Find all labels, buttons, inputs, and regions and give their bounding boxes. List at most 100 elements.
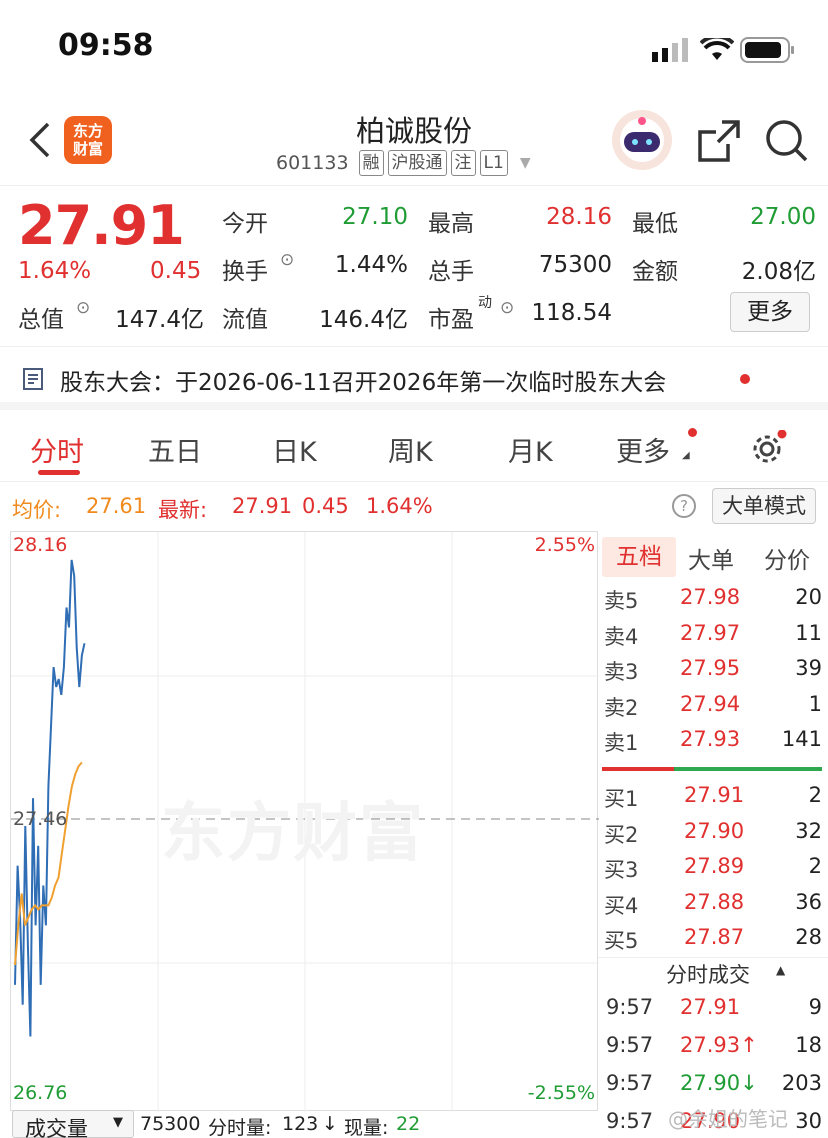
tag-connect: 沪股通 [387,150,447,176]
order-book-panel: 五档 大单 分价 卖5 27.98 20 卖4 27.97 11 卖3 27.95 39 卖2 27… [598,531,828,1133]
intraday-info-bar: 均价: 27.61 最新: 27.91 0.45 1.64% ? 大单模式 [0,486,828,530]
level-price: 27.97 [680,620,741,645]
announcement-text: 股东大会：于2026-06-11召开2026年第一次临时股东大会 [60,370,667,396]
corner-triangle-icon: ◢ [682,450,690,461]
chart-watermark: 东方财富 [161,797,425,871]
tab-big-orders[interactable]: 大单 [688,541,734,575]
open-label: 今开 [222,211,268,237]
pct-min-label: -2.55% [527,1082,595,1104]
level-price: 27.94 [680,691,741,716]
turnover-value: 1.44% [334,252,408,278]
trade-qty: 203 [781,1071,822,1095]
trade-qty: 18 [795,1033,822,1057]
trade-row[interactable]: 9:57 27.90↓ 203 [598,1069,828,1104]
price-line [14,559,86,1037]
trade-row[interactable]: 9:57 27.93↑ 18 [598,1031,828,1066]
trade-price: 27.90↓ [680,1071,758,1095]
level-qty: 141 [781,727,822,751]
settings-gear-icon[interactable] [750,429,788,472]
level-price: 27.93 [680,727,741,751]
more-button[interactable]: 更多 [730,292,810,332]
level-qty: 28 [795,925,822,949]
avg-label: 均价: [12,498,62,522]
document-icon [22,367,46,395]
trade-time: 9:57 [606,1109,654,1133]
low-label: 最低 [632,211,678,237]
level-label: 买3 [604,858,639,882]
trade-price: 27.91 [680,995,741,1019]
current-price: 27.91 [18,194,185,257]
indicator-dropdown[interactable]: 成交量 ▼ [12,1110,134,1138]
level-label: 卖3 [604,660,639,684]
trades-divider [598,957,828,958]
bid-row[interactable]: 买3 27.89 2 [598,852,828,887]
tab-more[interactable]: 更多 [616,430,670,469]
level-qty: 20 [795,585,822,609]
y-max-label: 28.16 [13,534,68,556]
level-label: 买4 [604,893,639,918]
active-tab-underline [38,470,80,475]
bid-row[interactable]: 买2 27.90 32 [598,817,828,852]
dropdown-arrow-icon: ▼ [113,1115,123,1130]
level-qty: 11 [795,620,822,645]
latest-change: 0.45 [302,494,349,518]
info-icon[interactable]: ⊙ [500,298,514,318]
big-order-mode-button[interactable]: 大单模式 [712,488,816,524]
stock-code-row[interactable]: 601133 融 沪股通 注 L1 ▼ [276,150,531,176]
tab-daily-k[interactable]: 日K [272,430,317,469]
volume-value: 75300 [538,252,612,278]
share-icon[interactable] [696,118,742,168]
ask-row[interactable]: 卖1 27.93 141 [598,725,828,760]
latest-label: 最新: [158,498,208,522]
pct-max-label: 2.55% [534,534,595,556]
float-value: 146.4亿 [319,307,408,333]
trade-qty: 30 [795,1109,822,1133]
high-value: 28.16 [546,204,612,230]
change-amount: 0.45 [150,258,202,284]
chevron-down-icon: ▼ [519,155,531,171]
status-bar: 09:58 [0,0,828,100]
trade-row[interactable]: 9:57 27.91 9 [598,993,828,1028]
bid-row[interactable]: 买4 27.88 36 [598,888,828,923]
sort-up-icon: ▲ [776,963,786,977]
level-qty: 32 [795,818,822,843]
current-volume-label: 现量: [344,1117,389,1138]
period-volume: 123 [282,1113,319,1135]
amount-label: 金额 [632,259,678,285]
bid-row[interactable]: 买1 27.91 2 [598,781,828,816]
quote-panel: 27.91 1.64% 0.45 今开 27.10 最高 28.16 最低 27… [0,188,828,340]
announcement-bar[interactable]: 股东大会：于2026-06-11召开2026年第一次临时股东大会 [0,346,828,410]
tab-intraday[interactable]: 分时 [30,430,84,469]
info-icon[interactable]: ⊙ [76,298,90,318]
user-watermark: @余姐的笔记 [668,1107,788,1131]
ask-row[interactable]: 卖3 27.95 39 [598,654,828,689]
tab-five-levels[interactable]: 五档 [602,537,676,577]
ask-row[interactable]: 卖2 27.94 1 [598,690,828,725]
trades-title[interactable]: 分时成交 [666,959,750,989]
tag-margin: 融 [358,150,384,176]
level-qty: 36 [795,889,822,914]
latest-value: 27.91 [232,494,293,518]
level-label: 买1 [604,787,639,811]
level-qty: 1 [808,691,822,716]
bid-row[interactable]: 买5 27.87 28 [598,923,828,958]
tab-price-distribution[interactable]: 分价 [764,541,810,575]
trade-time: 9:57 [606,1071,654,1095]
robot-assistant-icon[interactable] [612,110,672,170]
ask-row[interactable]: 卖4 27.97 11 [598,619,828,654]
tag-level1: L1 [479,150,508,176]
tab-monthly-k[interactable]: 月K [508,430,553,469]
intraday-chart[interactable]: 东方财富 28.16 27.46 26.76 2.55% -2.55% [10,531,599,1112]
mcap-value: 147.4亿 [115,307,204,333]
bid-ratio-bar [674,767,822,771]
trade-time: 9:57 [606,995,654,1019]
pe-value: 118.54 [531,300,612,326]
help-icon[interactable]: ? [672,494,696,518]
tab-five-day[interactable]: 五日 [148,430,202,469]
tab-weekly-k[interactable]: 周K [388,430,433,469]
trade-qty: 9 [808,995,822,1019]
info-icon[interactable]: ⊙ [280,250,294,270]
level-qty: 2 [808,783,822,807]
ask-row[interactable]: 卖5 27.98 20 [598,583,828,618]
search-icon[interactable] [764,118,810,168]
